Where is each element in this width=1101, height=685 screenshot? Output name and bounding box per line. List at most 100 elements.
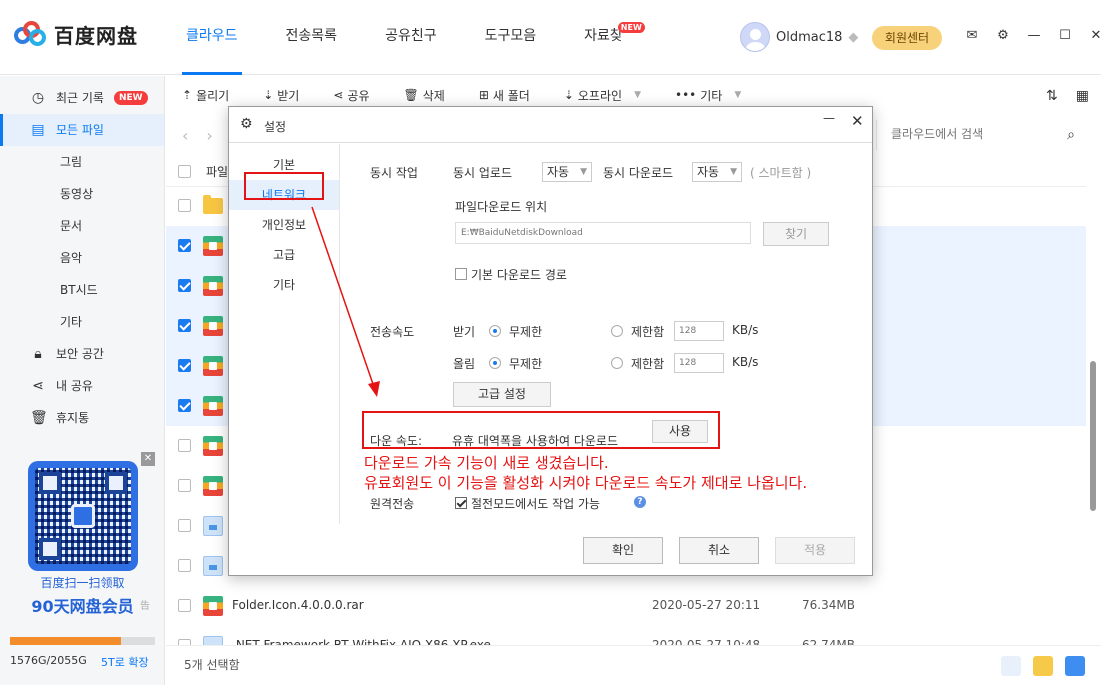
settings-tab-advanced[interactable]: 고급 — [229, 240, 339, 270]
unit-label: KB/s — [732, 323, 759, 337]
download-unlimited-radio[interactable] — [489, 325, 501, 337]
storage-bar — [10, 637, 155, 645]
row-checkbox[interactable] — [178, 199, 191, 212]
forward-icon[interactable]: › — [206, 126, 212, 145]
lock-icon[interactable] — [1065, 656, 1085, 676]
user-profile[interactable]: Oldmac18 ◆ — [740, 22, 862, 52]
sidebar-item-documents[interactable]: 문서 — [0, 210, 164, 242]
sidebar-item-trash[interactable]: 🗑︎ 휴지통 — [0, 402, 164, 434]
settings-nav: 기본 네트워크 개인정보 고급 기타 — [229, 144, 340, 524]
settings-tab-privacy[interactable]: 개인정보 — [229, 210, 339, 240]
nav-share-friends[interactable]: 공유친구 — [371, 0, 451, 75]
close-icon[interactable]: ✕ — [1088, 28, 1101, 43]
row-checkbox[interactable] — [178, 279, 191, 292]
upload-limited-radio[interactable] — [611, 357, 623, 369]
upload-button[interactable]: ⇡ 올리기 — [182, 87, 229, 104]
annotation-network-box — [244, 172, 324, 200]
file-icon: ▤ — [31, 122, 45, 138]
row-checkbox[interactable] — [178, 319, 191, 332]
row-checkbox[interactable] — [178, 519, 191, 532]
default-path-checkbox[interactable] — [455, 268, 467, 280]
concurrent-download-select[interactable]: 자동 ▼ — [692, 162, 742, 182]
sidebar-item-my-share[interactable]: ⋖ 내 공유 — [0, 370, 164, 402]
upload-limit-input[interactable]: 128 — [674, 353, 724, 373]
limited-label: 제한함 — [631, 357, 665, 371]
row-checkbox[interactable] — [178, 559, 191, 572]
download-path-field[interactable]: E:₩BaiduNetdiskDownload — [455, 222, 751, 244]
sidebar-item-label: 휴지통 — [56, 411, 90, 425]
unlimited-label: 무제한 — [509, 325, 543, 339]
download-button[interactable]: ⇣ 받기 — [263, 87, 299, 104]
sidebar-item-videos[interactable]: 동영상 — [0, 178, 164, 210]
offline-button[interactable]: ⇣ 오프라인 ▼ — [564, 87, 641, 104]
sidebar-item-music[interactable]: 음악 — [0, 242, 164, 274]
upload-queue-icon[interactable] — [1033, 656, 1053, 676]
delete-button[interactable]: 🗑︎ 삭제 — [404, 87, 445, 104]
apply-button[interactable]: 적용 — [775, 537, 855, 564]
upload-unlimited-radio[interactable] — [489, 357, 501, 369]
apps-icon[interactable] — [1001, 656, 1021, 676]
download-location-label: 파일다운로드 위치 — [455, 200, 548, 214]
rar-file-icon — [203, 356, 223, 376]
scrollbar[interactable] — [1087, 155, 1099, 640]
help-icon[interactable]: ? — [634, 496, 646, 508]
gear-icon[interactable]: ⚙ — [995, 28, 1011, 43]
nav-tools[interactable]: 도구모음 — [471, 0, 551, 75]
more-button[interactable]: ••• 기타 ▼ — [675, 87, 741, 104]
sidebar-item-images[interactable]: 그림 — [0, 146, 164, 178]
sidebar-item-all-files[interactable]: ▤ 모든 파일 — [0, 114, 164, 146]
sidebar-item-secure-space[interactable]: 🔒︎ 보안 공간 — [0, 338, 164, 370]
vip-center-button[interactable]: 회원센터 — [872, 26, 942, 50]
new-badge: NEW — [617, 22, 645, 33]
power-save-checkbox[interactable] — [455, 497, 467, 509]
nav-transfer-list[interactable]: 전송목록 — [272, 0, 352, 75]
sort-icon[interactable]: ⇅ — [1046, 88, 1058, 104]
row-checkbox[interactable] — [178, 399, 191, 412]
search-icon[interactable]: ⌕ — [1067, 127, 1075, 143]
download-limited-radio[interactable] — [611, 325, 623, 337]
sidebar-item-other[interactable]: 기타 — [0, 306, 164, 338]
advanced-settings-button[interactable]: 고급 설정 — [453, 382, 551, 407]
column-header-name[interactable]: 파일 — [206, 163, 228, 180]
dialog-title: 설정 — [264, 120, 287, 134]
nav-cloud[interactable]: 클라우드 — [172, 0, 252, 75]
table-row[interactable]: Folder.Icon.4.0.0.0.rar 2020-05-27 20:11 7… — [166, 586, 1086, 626]
close-icon[interactable]: ✕ — [851, 112, 864, 130]
nav-find-resources[interactable]: 자료찾 NEW — [570, 0, 645, 75]
row-checkbox[interactable] — [178, 479, 191, 492]
dialog-title-bar: ⚙ 설정 — ✕ — [229, 107, 872, 143]
folder-file-icon — [203, 195, 223, 214]
minimize-icon[interactable]: — — [1026, 28, 1042, 43]
settings-tab-other[interactable]: 기타 — [229, 270, 339, 300]
row-checkbox[interactable] — [178, 599, 191, 612]
minimize-icon[interactable]: — — [823, 111, 835, 125]
concurrent-upload-select[interactable]: 자동 ▼ — [542, 162, 592, 182]
ok-button[interactable]: 확인 — [583, 537, 663, 564]
exe-file-icon — [203, 516, 223, 536]
grid-view-icon[interactable]: ▦ — [1076, 88, 1089, 104]
browse-button[interactable]: 찾기 — [763, 222, 829, 246]
maximize-icon[interactable]: ☐ — [1057, 28, 1073, 43]
promo-qr-code[interactable] — [28, 461, 138, 571]
mail-icon[interactable]: ✉ — [964, 28, 980, 43]
new-folder-button[interactable]: ⊞ 새 폴더 — [479, 87, 530, 104]
select-all-checkbox[interactable] — [178, 165, 191, 178]
file-name[interactable]: Folder.Icon.4.0.0.0.rar — [232, 598, 364, 612]
back-icon[interactable]: ‹ — [182, 126, 188, 145]
unlimited-label: 무제한 — [509, 357, 543, 371]
share-button[interactable]: ⋖ 공유 — [333, 87, 369, 104]
promo-text: 百度扫一扫领取 — [40, 576, 125, 590]
concurrent-upload-label: 동시 업로드 — [453, 166, 513, 180]
sidebar-item-recent[interactable]: ◷ 최근 기록 NEW — [0, 82, 164, 114]
download-limit-input[interactable]: 128 — [674, 321, 724, 341]
cancel-button[interactable]: 취소 — [679, 537, 759, 564]
sidebar-item-label: 모든 파일 — [56, 123, 104, 137]
search-input[interactable] — [877, 120, 1057, 148]
row-checkbox[interactable] — [178, 439, 191, 452]
row-checkbox[interactable] — [178, 239, 191, 252]
row-checkbox[interactable] — [178, 359, 191, 372]
promo-close-icon[interactable]: ✕ — [141, 452, 155, 466]
sidebar-item-bt-seeds[interactable]: BT시드 — [0, 274, 164, 306]
expand-storage-link[interactable]: 5T로 확장 — [101, 654, 149, 670]
app-logo[interactable]: 百度网盘 — [14, 20, 138, 49]
